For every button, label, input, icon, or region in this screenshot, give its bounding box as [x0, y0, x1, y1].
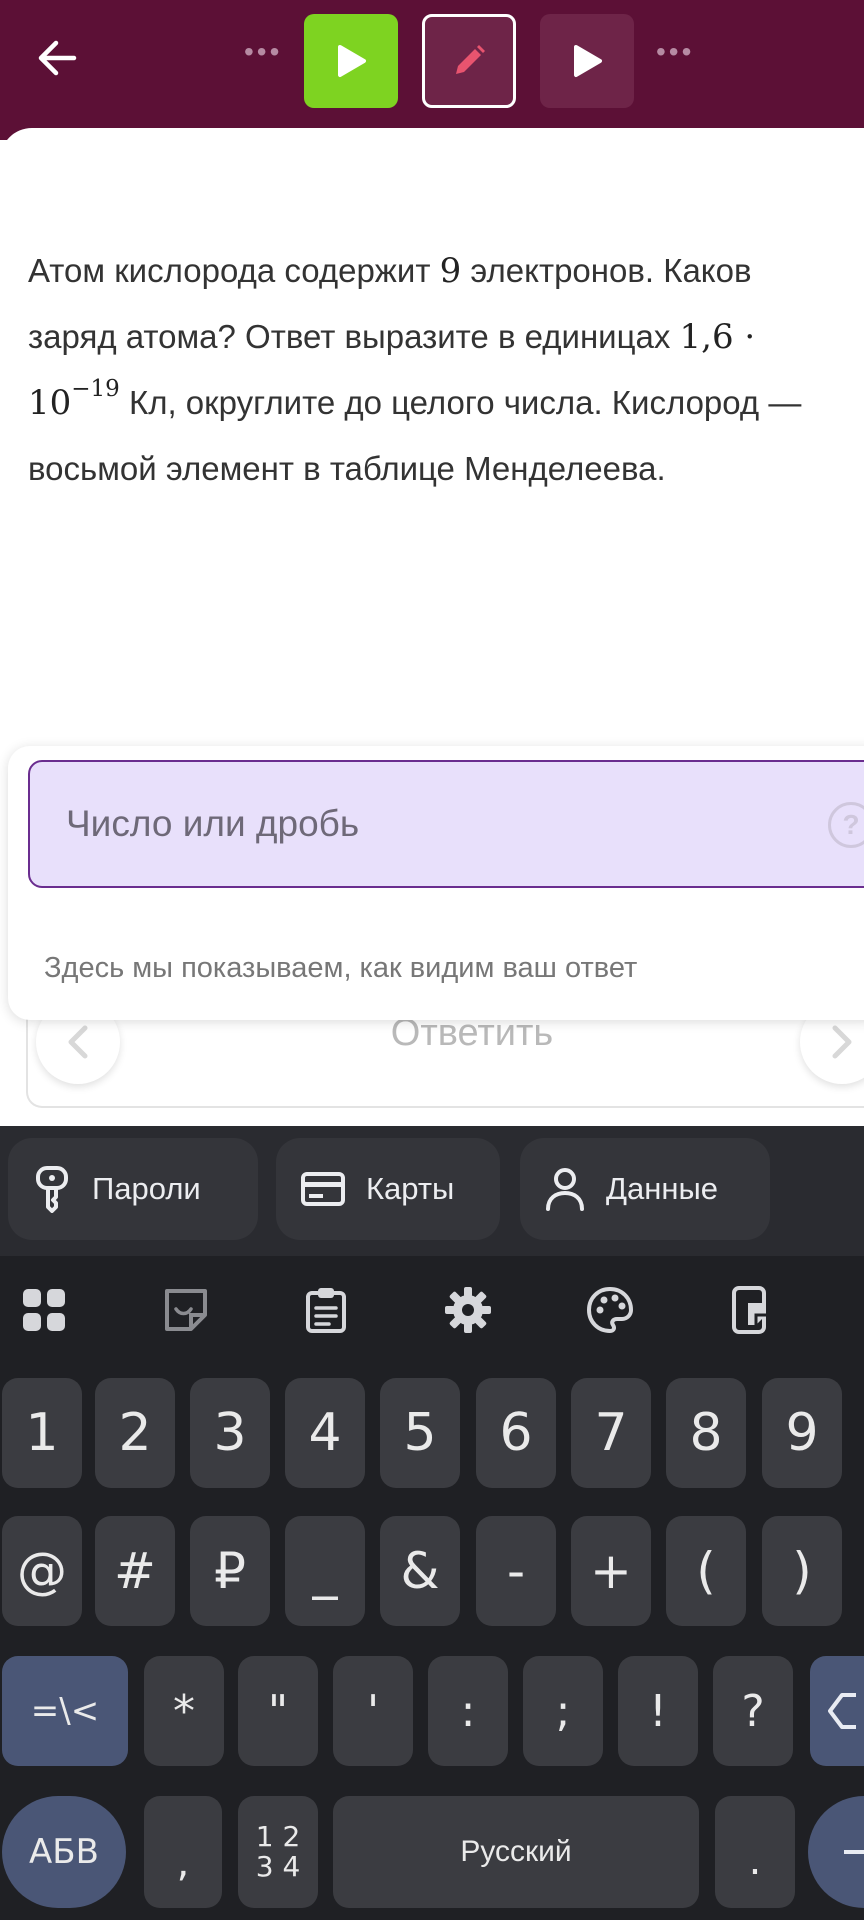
key-paren-close[interactable]: ) — [762, 1516, 842, 1626]
key-colon[interactable]: : — [428, 1656, 508, 1766]
lesson-progress-bar: ••• ••• — [0, 0, 864, 140]
key-semicolon[interactable]: ; — [523, 1656, 603, 1766]
question-text: Атом кислорода содержит 9 электронов. Ка… — [28, 238, 848, 502]
autofill-suggestions: Пароли Карты Данные — [0, 1126, 864, 1256]
key-minus[interactable]: - — [476, 1516, 556, 1626]
person-icon — [546, 1168, 584, 1211]
more-steps-left-icon: ••• — [244, 36, 283, 67]
answer-card: ? Здесь мы показываем, как видим ваш отв… — [8, 746, 864, 1020]
autofill-cards-label: Карты — [366, 1171, 455, 1206]
key-paren-open[interactable]: ( — [666, 1516, 746, 1626]
key-4[interactable]: 4 — [285, 1378, 365, 1488]
palette-icon — [586, 1286, 634, 1334]
answer-input[interactable] — [28, 760, 864, 888]
electron-count: 9 — [439, 251, 462, 291]
key-at[interactable]: @ — [2, 1516, 82, 1626]
autofill-passwords-label: Пароли — [92, 1171, 201, 1206]
key-numpad[interactable]: 1 2 3 4 — [238, 1796, 318, 1908]
autofill-passwords[interactable]: Пароли — [8, 1138, 258, 1240]
key-single-quote[interactable]: ' — [333, 1656, 413, 1766]
chevron-right-icon — [832, 1025, 852, 1059]
key-hash[interactable]: # — [95, 1516, 175, 1626]
arrow-left-icon — [38, 40, 77, 76]
play-icon — [574, 45, 602, 77]
pencil-icon — [456, 45, 485, 74]
apps-grid-icon — [23, 1289, 65, 1331]
key-space[interactable]: Русский — [333, 1796, 699, 1908]
phone-sticker-icon — [732, 1286, 766, 1334]
key-3[interactable]: 3 — [190, 1378, 270, 1488]
sticker-icon — [165, 1289, 207, 1331]
credit-card-icon — [301, 1172, 345, 1206]
settings-button[interactable] — [442, 1284, 494, 1336]
numpad-label-bottom: 3 4 — [255, 1850, 301, 1883]
key-9[interactable]: 9 — [762, 1378, 842, 1488]
key-ampersand[interactable]: & — [380, 1516, 460, 1626]
key-1[interactable]: 1 — [2, 1378, 82, 1488]
play-icon — [338, 45, 366, 77]
key-icon — [36, 1166, 68, 1213]
themes-button[interactable] — [584, 1284, 636, 1336]
key-asterisk[interactable]: * — [144, 1656, 224, 1766]
clipboard-button[interactable] — [300, 1284, 352, 1336]
gear-icon — [445, 1287, 491, 1333]
key-2[interactable]: 2 — [95, 1378, 175, 1488]
more-steps-right-icon: ••• — [656, 36, 695, 67]
chevron-left-icon — [68, 1025, 88, 1059]
back-button[interactable] — [30, 32, 82, 84]
key-8[interactable]: 8 — [666, 1378, 746, 1488]
numpad-label-top: 1 2 — [255, 1820, 301, 1853]
enter-icon — [844, 1850, 864, 1854]
key-more-symbols[interactable]: =\< — [2, 1656, 128, 1766]
apps-button[interactable] — [18, 1284, 70, 1336]
step-current[interactable] — [422, 14, 516, 108]
content-card-edge — [0, 128, 864, 168]
key-plus[interactable]: + — [571, 1516, 651, 1626]
step-next[interactable] — [540, 14, 634, 108]
answer-preview-hint: Здесь мы показываем, как видим ваш ответ — [44, 952, 638, 984]
key-alphabet[interactable]: АБВ — [2, 1796, 126, 1908]
question-part-3: Кл, округлите до целого числа. Кислород … — [28, 384, 802, 487]
key-7[interactable]: 7 — [571, 1378, 651, 1488]
key-comma[interactable]: , — [144, 1796, 222, 1908]
key-6[interactable]: 6 — [476, 1378, 556, 1488]
one-handed-mode-button[interactable] — [726, 1284, 778, 1336]
key-5[interactable]: 5 — [380, 1378, 460, 1488]
question-part-1: Атом кислорода содержит — [28, 252, 431, 289]
key-exclamation[interactable]: ! — [618, 1656, 698, 1766]
charge-unit-exponent: −19 — [71, 376, 120, 402]
stickers-button[interactable] — [160, 1284, 212, 1336]
autofill-cards[interactable]: Карты — [276, 1138, 500, 1240]
step-completed[interactable] — [304, 14, 398, 108]
clipboard-icon — [306, 1288, 346, 1333]
key-double-quote[interactable]: " — [238, 1656, 318, 1766]
key-underscore[interactable]: _ — [285, 1516, 365, 1626]
key-question[interactable]: ? — [713, 1656, 793, 1766]
key-ruble[interactable]: ₽ — [190, 1516, 270, 1626]
autofill-personal-data[interactable]: Данные — [520, 1138, 770, 1240]
backspace-icon — [828, 1693, 856, 1729]
autofill-personal-data-label: Данные — [606, 1171, 718, 1206]
backspace-key[interactable] — [810, 1656, 864, 1766]
key-period[interactable]: . — [715, 1796, 795, 1908]
